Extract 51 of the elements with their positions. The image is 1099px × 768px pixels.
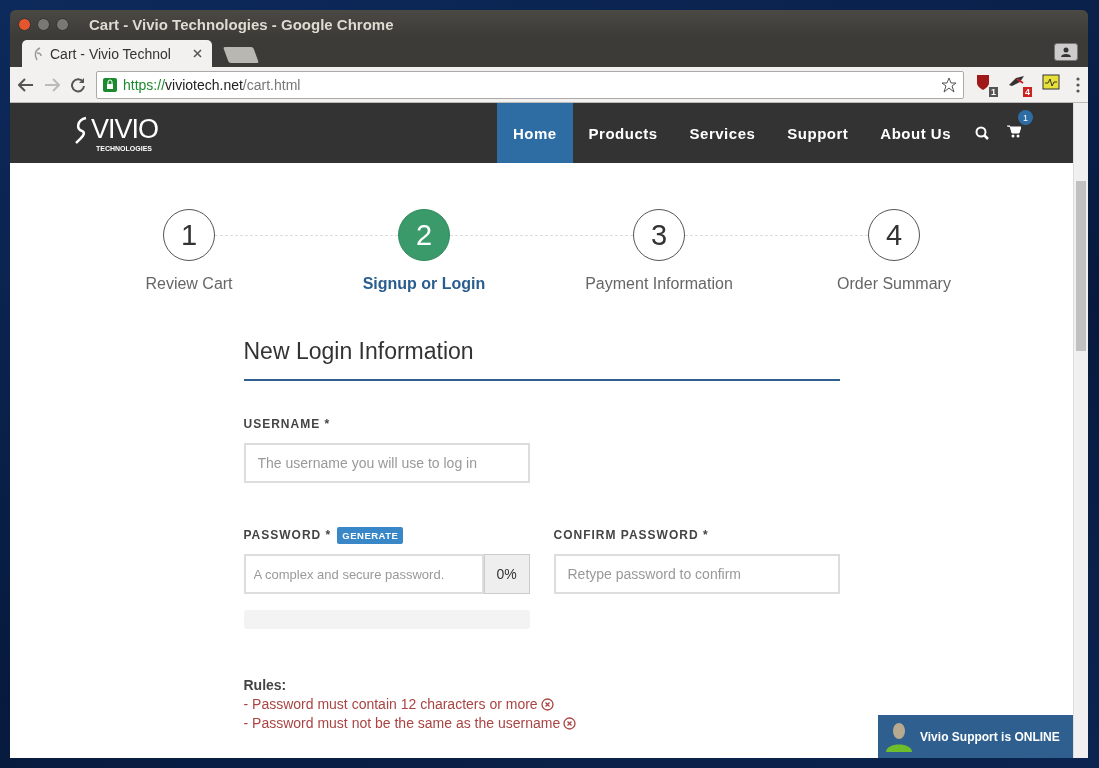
url-text: https://viviotech.net/cart.html (123, 76, 302, 93)
generate-button[interactable]: GENERATE (337, 526, 404, 544)
extension-badge: 4 (1023, 86, 1032, 97)
nav-link[interactable]: Products (572, 103, 674, 163)
step-circle: 1 (163, 209, 215, 261)
step-circle: 3 (633, 209, 685, 261)
field-label: USERNAME * (243, 417, 331, 431)
nav-link[interactable]: Home (496, 103, 573, 163)
person-icon (886, 721, 912, 752)
strength-percent: 0% (483, 554, 530, 594)
rule-text: - Password must not be the same as the username (243, 715, 561, 731)
reload-icon[interactable] (70, 76, 86, 93)
step-label: Payment Information (585, 275, 733, 293)
username-field[interactable]: The username you will use to log in (243, 443, 530, 483)
new-tab-button[interactable] (223, 47, 259, 63)
minimize-icon[interactable] (37, 17, 50, 31)
confirm-password-field[interactable]: Retype password to confirm (553, 554, 840, 594)
search-icon[interactable] (975, 126, 989, 140)
form-heading: New Login Information (243, 338, 840, 381)
extension-icon[interactable] (974, 72, 992, 91)
rule-text: - Password must contain 12 characters or more (243, 696, 538, 712)
field-label: PASSWORD * (243, 528, 332, 542)
extension-icon[interactable] (1042, 72, 1060, 91)
step-circle: 2 (398, 209, 450, 261)
scrollbar[interactable] (1073, 103, 1088, 758)
nav-link[interactable]: About Us (864, 103, 967, 163)
cart-count-badge: 1 (1018, 110, 1033, 125)
cart-icon[interactable] (1007, 125, 1021, 138)
step-label: Signup or Login (362, 275, 486, 293)
rules-title: Rules: (243, 677, 288, 693)
step-label: Review Cart (145, 275, 233, 293)
step-circle: 4 (868, 209, 920, 261)
step-label: Order Summary (837, 275, 951, 293)
profile-icon[interactable] (1054, 43, 1078, 61)
nav-link[interactable]: Services (673, 103, 772, 163)
feather-icon (32, 46, 44, 61)
menu-icon[interactable] (1076, 76, 1080, 93)
nav-link[interactable]: Support (771, 103, 865, 163)
maximize-icon[interactable] (56, 17, 69, 31)
address-bar[interactable]: https://viviotech.net/cart.html (96, 70, 964, 99)
lock-icon (103, 77, 117, 92)
support-chat-button[interactable]: Vivio Support is ONLINE (878, 715, 1073, 758)
password-field[interactable]: A complex and secure password. (243, 554, 484, 594)
star-icon[interactable] (941, 76, 957, 93)
field-label: CONFIRM PASSWORD * (553, 528, 709, 542)
browser-tab[interactable]: Cart - Vivio Technol (22, 40, 212, 67)
close-icon[interactable] (18, 17, 31, 31)
extension-badge: 1 (989, 86, 998, 97)
back-icon[interactable] (18, 77, 34, 92)
close-icon[interactable] (193, 49, 202, 58)
window-title: Cart - Vivio Technologies - Google Chrome (89, 15, 394, 33)
